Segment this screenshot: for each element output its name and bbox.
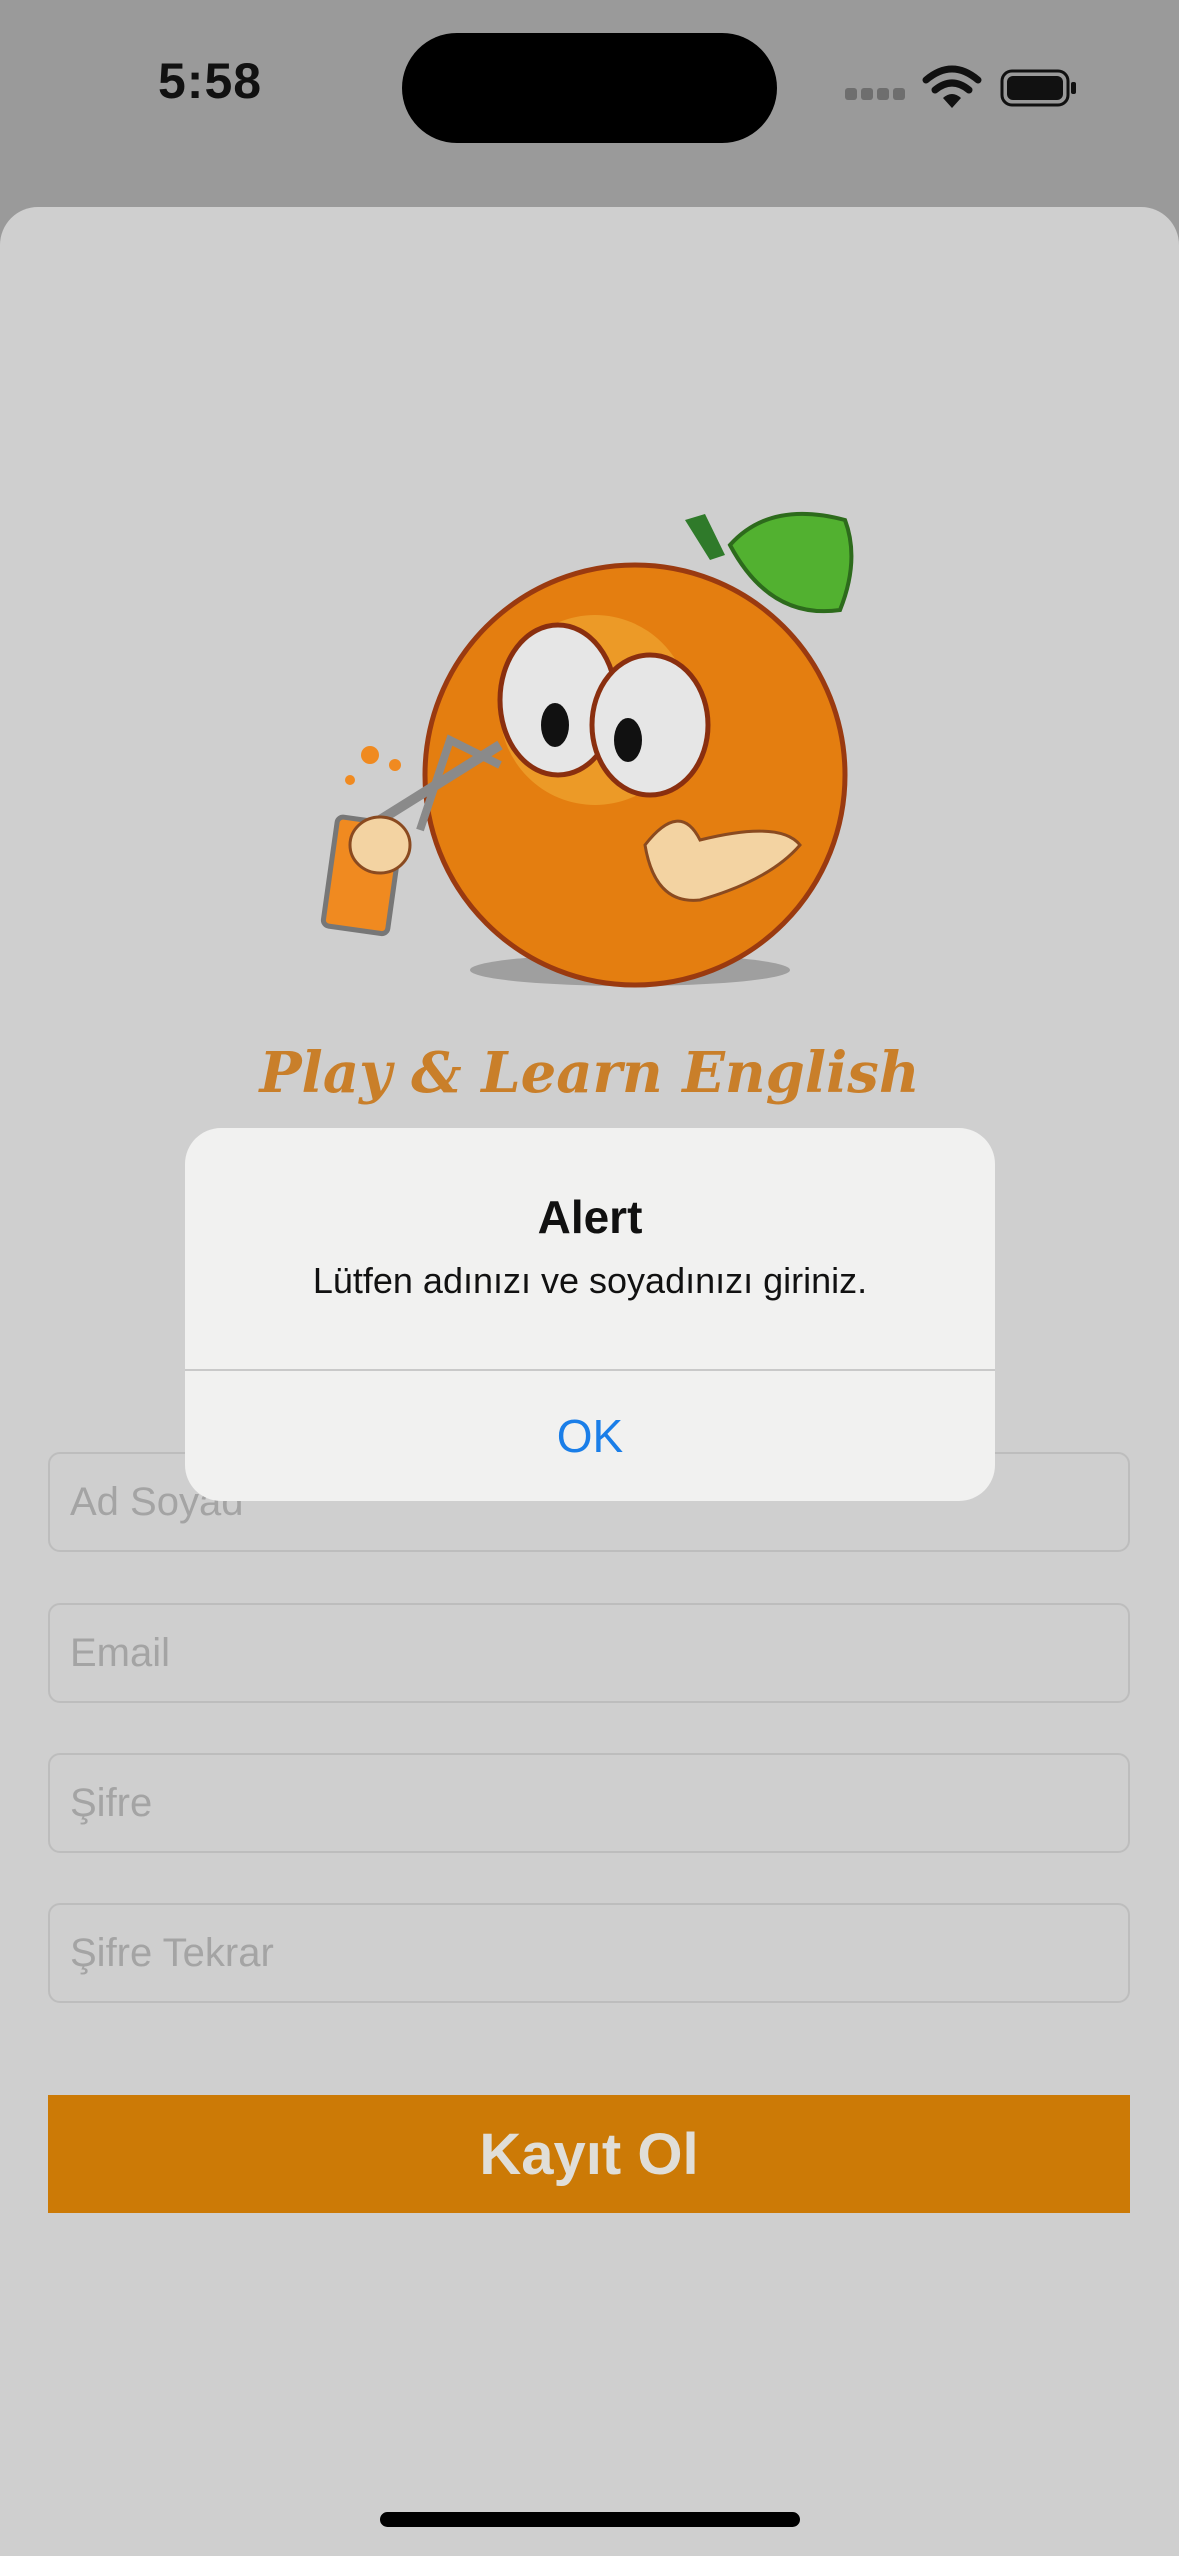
password-input[interactable] (50, 1755, 1128, 1851)
app-title: Play & Learn English (259, 1040, 920, 1106)
battery-icon (1000, 69, 1076, 107)
dynamic-island (402, 33, 777, 143)
signal-icon (845, 88, 907, 102)
wifi-icon (922, 65, 982, 108)
home-indicator[interactable] (380, 2512, 800, 2527)
status-bar: 5:58 (0, 0, 1179, 200)
alert-dialog: Alert Lütfen adınızı ve soyadınızı girin… (185, 1128, 995, 1501)
register-button[interactable]: Kayıt Ol (48, 2095, 1130, 2213)
status-time: 5:58 (158, 53, 263, 109)
orange-mascot-logo (320, 511, 854, 988)
alert-title: Alert (537, 1191, 643, 1243)
password-repeat-input[interactable] (50, 1905, 1128, 2001)
alert-ok-button[interactable]: OK (185, 1371, 995, 1501)
email-input[interactable] (50, 1605, 1128, 1701)
email-field[interactable] (48, 1603, 1130, 1703)
password-repeat-field[interactable] (48, 1903, 1130, 2003)
alert-message: Lütfen adınızı ve soyadınızı giriniz. (312, 1260, 868, 1301)
password-field[interactable] (48, 1753, 1130, 1853)
